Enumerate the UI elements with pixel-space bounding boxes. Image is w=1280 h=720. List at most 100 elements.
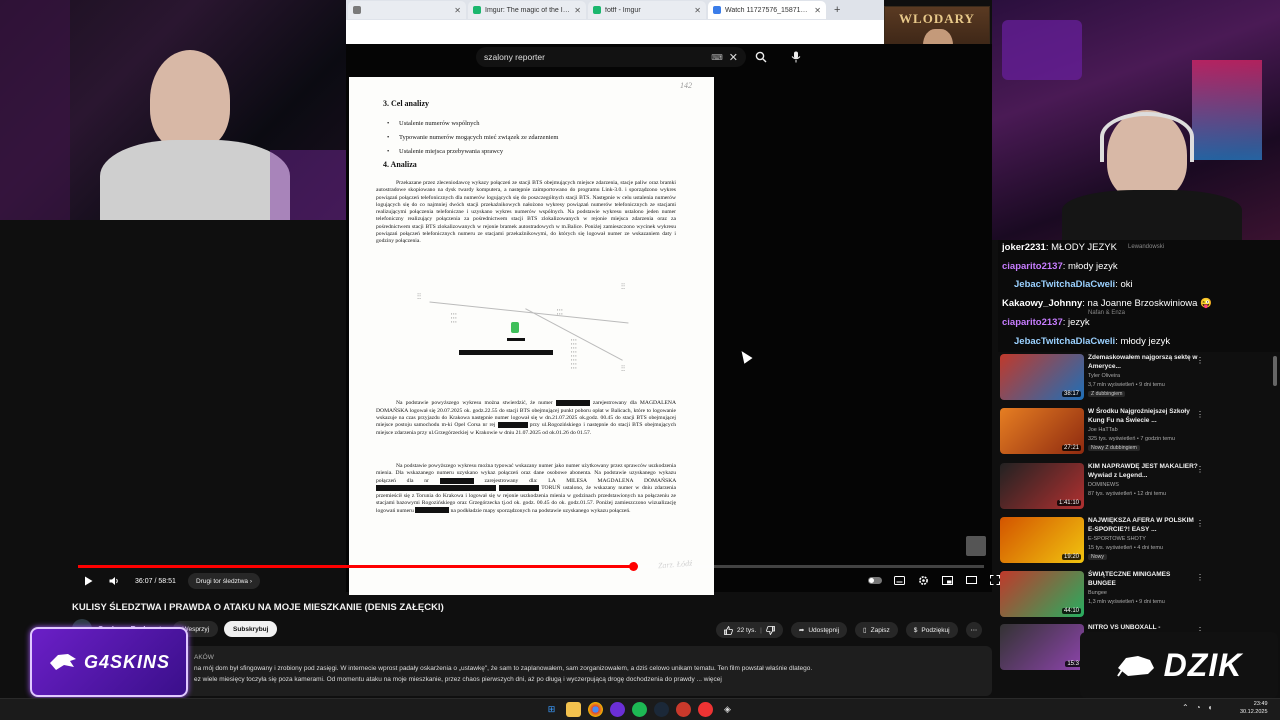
browser-tab[interactable]: fotff - Imgur ✕ bbox=[588, 1, 706, 19]
theater-button[interactable] bbox=[962, 572, 980, 588]
file-explorer-icon[interactable] bbox=[566, 702, 581, 717]
chapter-button[interactable]: Drugi tor śledztwa › bbox=[188, 573, 261, 589]
recommended-video[interactable]: 44:10 ŚWIĄTECZNE MINIGAMES BUNGEE Bungee 1,… bbox=[1000, 571, 1264, 623]
chat-message: JebacTwitchaDlaCweli: oki bbox=[1014, 279, 1133, 290]
video-thumbnail[interactable]: 15:3 bbox=[1000, 624, 1084, 670]
video-thumbnail[interactable]: 1:41:10 bbox=[1000, 463, 1084, 509]
chevron-up-icon[interactable]: ⌃ bbox=[1182, 703, 1189, 712]
gear-icon bbox=[918, 575, 928, 585]
search-input[interactable]: szalony reporter ⌨ ✕ bbox=[476, 47, 746, 67]
video-thumbnail[interactable]: 27:21 bbox=[1000, 408, 1084, 454]
recommended-video[interactable]: 27:21 W Środku Najgroźniejszej Szkoły Kun… bbox=[1000, 408, 1264, 460]
time-display: 36:07 / 58:51 bbox=[135, 577, 176, 585]
globe-icon bbox=[713, 6, 721, 14]
video-meta: 1,3 mln wyświetleń • 9 dni temu bbox=[1088, 599, 1165, 605]
panther-logo-icon bbox=[49, 654, 76, 670]
taskbar: ⊞ ◈ ⌃ ◔ ◖ 23:49 30.12.2025 bbox=[0, 698, 1280, 720]
channel-name[interactable]: E-SPORTOWE SHOTY bbox=[1088, 536, 1146, 542]
video-meta: 87 tys. wyświetleń • 12 dni temu bbox=[1088, 491, 1167, 497]
video-title[interactable]: ŚWIĄTECZNE MINIGAMES BUNGEE bbox=[1088, 571, 1198, 588]
clear-search-icon[interactable]: ✕ bbox=[729, 51, 738, 64]
more-vertical-icon[interactable]: ⋮ bbox=[1196, 356, 1204, 365]
new-tab-button[interactable]: + bbox=[828, 4, 846, 16]
bts-tower-icon: ⫶⫶ bbox=[621, 364, 625, 373]
video-title[interactable]: NAJWIĘKSZA AFERA W POLSKIM E-SPORCIE?! E… bbox=[1088, 517, 1198, 534]
autoplay-toggle[interactable] bbox=[866, 572, 884, 588]
subscribe-button[interactable]: Subskrybuj bbox=[224, 621, 278, 637]
webcam-left bbox=[0, 0, 346, 220]
search-icon bbox=[755, 51, 767, 63]
video-meta: 3,7 mln wyświetleń • 9 dni temu bbox=[1088, 382, 1165, 388]
video-badge: Nowy Z dubbingiem bbox=[1088, 445, 1140, 451]
super-thanks-icon: $ bbox=[913, 626, 918, 634]
close-icon[interactable]: ✕ bbox=[454, 6, 461, 15]
recommended-video[interactable]: 38:17 Zdemaskowałem najgorszą sektę w Ame… bbox=[1000, 354, 1264, 406]
channel-name[interactable]: Bungee bbox=[1088, 590, 1107, 596]
more-vertical-icon[interactable]: ⋮ bbox=[1196, 519, 1204, 528]
browser-tab-bar: ✕ Imgur: The magic of the Intern ✕ fotff … bbox=[346, 0, 884, 20]
channel-name[interactable]: DOMINEWS bbox=[1088, 482, 1119, 488]
more-vertical-icon[interactable]: ⋮ bbox=[1196, 573, 1204, 582]
video-thumbnail[interactable]: 19:20 bbox=[1000, 517, 1084, 563]
channel-name[interactable]: Tyler Oliveira bbox=[1088, 373, 1120, 379]
close-icon[interactable]: ✕ bbox=[694, 6, 701, 15]
video-title[interactable]: KIM NAPRAWDĘ JEST MAKALIER? Wywiad z Leg… bbox=[1088, 463, 1198, 480]
capcut-icon[interactable]: ◈ bbox=[720, 702, 735, 717]
recommended-video[interactable]: 1:41:10 KIM NAPRAWDĘ JEST MAKALIER? Wywia… bbox=[1000, 463, 1264, 515]
paragraph: Przekazane przez zleceniodawcę wykazy po… bbox=[376, 180, 676, 245]
voice-search-button[interactable] bbox=[787, 48, 805, 66]
more-vertical-icon[interactable]: ⋮ bbox=[1196, 410, 1204, 419]
video-thumbnail[interactable]: 44:10 bbox=[1000, 571, 1084, 617]
save-button[interactable]: ▯ Zapisz bbox=[855, 622, 898, 638]
like-button[interactable]: 22 tys. | bbox=[716, 622, 783, 638]
more-vertical-icon[interactable]: ⋮ bbox=[1196, 465, 1204, 474]
subtitles-button[interactable] bbox=[890, 572, 908, 588]
video-description[interactable]: AKÓW na mój dom był sfingowany i zrobion… bbox=[72, 646, 992, 696]
close-icon[interactable]: ✕ bbox=[574, 6, 581, 15]
video-thumbnail[interactable]: 38:17 bbox=[1000, 354, 1084, 400]
windows-start-icon[interactable]: ⊞ bbox=[544, 702, 559, 717]
video-title[interactable]: W Środku Najgroźniejszej Szkoły Kung Fu … bbox=[1088, 408, 1198, 425]
volume-button[interactable] bbox=[106, 572, 122, 590]
browser-tab-active[interactable]: Watch 11727576_1587193221...✕ bbox=[708, 1, 826, 19]
steam-icon[interactable] bbox=[654, 702, 669, 717]
section-heading: 3. Cel analizy bbox=[383, 99, 429, 108]
volume-icon bbox=[109, 577, 118, 585]
video-title[interactable]: Zdemaskowałem najgorszą sektę w Ameryce.… bbox=[1088, 354, 1198, 371]
thumbs-down-icon[interactable] bbox=[766, 625, 775, 635]
clock[interactable]: 23:49 30.12.2025 bbox=[1240, 700, 1268, 716]
play-button[interactable] bbox=[80, 572, 96, 590]
video-duration: 19:20 bbox=[1061, 554, 1081, 560]
app-icon[interactable] bbox=[676, 702, 691, 717]
share-button[interactable]: ➦ Udostępnij bbox=[790, 622, 848, 638]
webcam-right bbox=[992, 0, 1280, 240]
thanks-button[interactable]: $ Podziękuj bbox=[905, 622, 958, 638]
video-actions: 22 tys. | ➦ Udostępnij ▯ Zapisz $ Podziękuj … bbox=[716, 622, 983, 638]
video-progress-bar[interactable] bbox=[78, 562, 984, 571]
network-icon[interactable]: ◔ bbox=[1196, 703, 1201, 712]
recommended-video[interactable]: 19:20 NAJWIĘKSZA AFERA W POLSKIM E-SPORCI… bbox=[1000, 517, 1264, 569]
chrome-icon[interactable] bbox=[588, 702, 603, 717]
play-icon bbox=[84, 576, 92, 586]
miniplayer-button[interactable] bbox=[938, 572, 956, 588]
bookmark-icon: ▯ bbox=[863, 627, 867, 634]
browser-tab[interactable]: Imgur: The magic of the Intern ✕ bbox=[468, 1, 586, 19]
search-button[interactable] bbox=[752, 48, 770, 66]
channel-watermark[interactable] bbox=[966, 536, 986, 556]
scrollbar[interactable] bbox=[1273, 356, 1277, 386]
list-item: Typowanie numerów mogących mieć związek … bbox=[387, 134, 558, 141]
browser-tab[interactable]: ✕ bbox=[348, 1, 466, 19]
video-duration: 44:10 bbox=[1061, 608, 1081, 614]
more-actions-button[interactable]: ⋯ bbox=[965, 622, 983, 638]
channel-name[interactable]: Joe HaTTab bbox=[1088, 427, 1118, 433]
settings-button[interactable] bbox=[914, 572, 932, 588]
keyboard-icon[interactable]: ⌨ bbox=[711, 53, 723, 62]
close-icon[interactable]: ✕ bbox=[814, 6, 821, 15]
app-icon[interactable] bbox=[610, 702, 625, 717]
speaker-icon[interactable]: ◖ bbox=[1208, 703, 1213, 712]
video-badge: Nowy bbox=[1088, 554, 1107, 560]
app-icon[interactable] bbox=[698, 702, 713, 717]
spotify-icon[interactable] bbox=[632, 702, 647, 717]
chat-message: ciaparito2137: jezyk bbox=[1002, 317, 1090, 328]
player-right-controls bbox=[866, 572, 1004, 588]
